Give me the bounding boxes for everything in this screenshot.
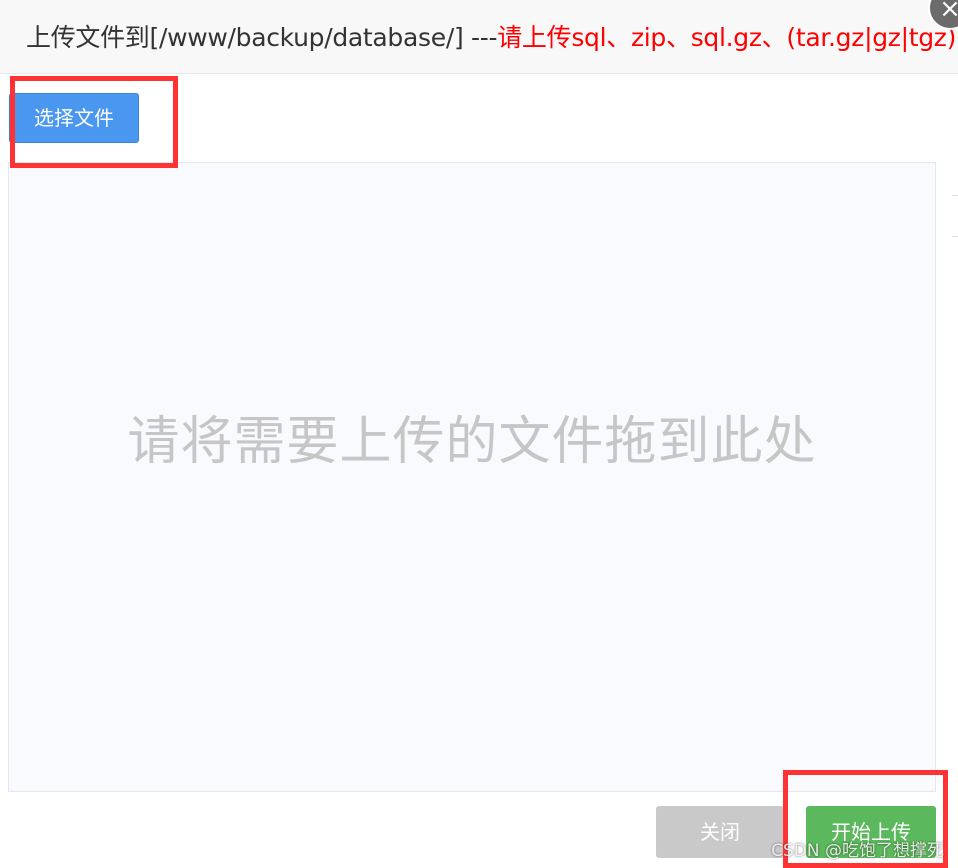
select-file-button[interactable]: 选择文件 <box>9 93 139 143</box>
background-window-edge <box>952 195 958 237</box>
dialog-title-path: 上传文件到[/www/backup/database/] --- <box>26 23 498 52</box>
dialog-title-bar: 上传文件到[/www/backup/database/] ---请上传sql、z… <box>0 0 958 74</box>
upload-dialog: 上传文件到[/www/backup/database/] ---请上传sql、z… <box>0 0 958 868</box>
drop-zone[interactable]: 请将需要上传的文件拖到此处 <box>8 162 936 792</box>
watermark: CSDN @吃饱了想撑死 <box>771 841 944 861</box>
close-button[interactable]: 关闭 <box>656 806 784 858</box>
dialog-title-hint: 请上传sql、zip、sql.gz、(tar.gz|gz|tgz) <box>497 23 957 52</box>
drop-zone-hint: 请将需要上传的文件拖到此处 <box>127 412 817 472</box>
dialog-title: 上传文件到[/www/backup/database/] ---请上传sql、z… <box>26 20 956 56</box>
